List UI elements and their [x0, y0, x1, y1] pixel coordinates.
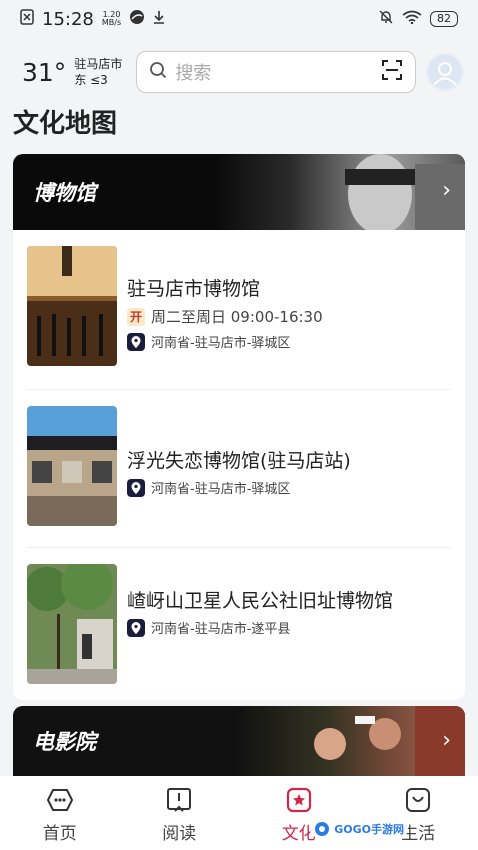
- app-header: 31° 驻马店市 东 ≤3 搜索: [0, 40, 478, 104]
- search-placeholder: 搜索: [175, 63, 212, 84]
- status-time: 15:28: [42, 8, 94, 30]
- star-badge-icon: [254, 783, 344, 817]
- cinema-banner-image: [235, 706, 465, 776]
- nav-home-label: 首页: [42, 823, 77, 844]
- address-text: 河南省-驻马店市-遂平县: [151, 622, 291, 637]
- museum-banner-image: [215, 154, 465, 234]
- location-pin-icon: [127, 332, 145, 351]
- cinema-banner[interactable]: 电影院 ›: [13, 706, 465, 776]
- museum-name: 浮光失恋博物馆(驻马店站): [127, 450, 351, 472]
- bottom-nav: 首页 阅读 文化 生活: [0, 776, 478, 850]
- book-icon: [134, 783, 224, 817]
- page-title: 文化地图: [13, 109, 118, 139]
- museum-banner[interactable]: 博物馆 ›: [13, 154, 465, 234]
- avatar[interactable]: [426, 53, 464, 91]
- watermark-logo: GOGO手游网: [310, 820, 408, 838]
- address-text: 河南省-驻马店市-驿城区: [151, 336, 291, 351]
- nav-reading[interactable]: 阅读: [134, 783, 224, 844]
- bag-icon: [373, 783, 463, 817]
- cinema-banner-title: 电影院: [33, 730, 96, 754]
- scan-icon[interactable]: [381, 59, 403, 86]
- address: 河南省-驻马店市-驿城区: [127, 478, 290, 497]
- list-item[interactable]: 嵖岈山卫星人民公社旧址博物馆 河南省-驻马店市-遂平县: [27, 547, 451, 685]
- network-speed: 1.20 MB/s: [102, 11, 121, 27]
- museum-name: 嵖岈山卫星人民公社旧址博物馆: [127, 590, 394, 612]
- open-badge: 开: [127, 307, 145, 326]
- museum-thumbnail: [27, 246, 117, 366]
- app-status-icon: [129, 9, 145, 30]
- location-wind: 东 ≤3: [74, 73, 108, 87]
- nav-reading-label: 阅读: [162, 823, 197, 844]
- museum-name: 驻马店市博物馆: [127, 278, 261, 300]
- location-pin-icon: [127, 478, 145, 497]
- network-speed-unit: MB/s: [101, 18, 122, 27]
- museum-card: 博物馆 › 驻马店市博物馆 开 周二至周日 09:00-16:30 河南省-驻马…: [13, 154, 465, 700]
- chevron-right-icon[interactable]: ›: [442, 728, 451, 753]
- watermark-text: GOGO手游网: [334, 823, 404, 836]
- location-city: 驻马店市: [74, 57, 123, 71]
- download-icon: [153, 9, 165, 29]
- location-pin-icon: [127, 618, 145, 637]
- chevron-right-icon[interactable]: ›: [442, 178, 451, 203]
- wifi-icon: [402, 9, 422, 29]
- list-item[interactable]: 驻马店市博物馆 开 周二至周日 09:00-16:30 河南省-驻马店市-驿城区: [27, 230, 451, 368]
- address: 河南省-驻马店市-驿城区: [127, 332, 290, 351]
- nav-home[interactable]: 首页: [15, 783, 105, 844]
- mute-bell-icon: [378, 9, 394, 30]
- weather-temperature[interactable]: 31°: [22, 58, 66, 87]
- address-text: 河南省-驻马店市-驿城区: [151, 482, 291, 497]
- list-item[interactable]: 浮光失恋博物馆(驻马店站) 河南省-驻马店市-驿城区: [27, 389, 451, 527]
- status-bar: 15:28 1.20 MB/s 82: [0, 0, 478, 38]
- address: 河南省-驻马店市-遂平县: [127, 618, 290, 637]
- hours-text: 周二至周日 09:00-16:30: [151, 308, 323, 326]
- weather-location[interactable]: 驻马店市 东 ≤3: [74, 56, 130, 88]
- battery-indicator: 82: [430, 11, 458, 27]
- museum-thumbnail: [27, 564, 117, 684]
- opening-hours: 开 周二至周日 09:00-16:30: [127, 306, 323, 327]
- cinema-card[interactable]: 电影院 ›: [13, 706, 465, 776]
- notification-close-icon: [20, 8, 34, 30]
- home-chat-icon: [15, 783, 105, 817]
- museum-banner-title: 博物馆: [33, 181, 96, 205]
- search-icon: [149, 61, 167, 84]
- search-input[interactable]: 搜索: [136, 51, 417, 93]
- museum-thumbnail: [27, 406, 117, 526]
